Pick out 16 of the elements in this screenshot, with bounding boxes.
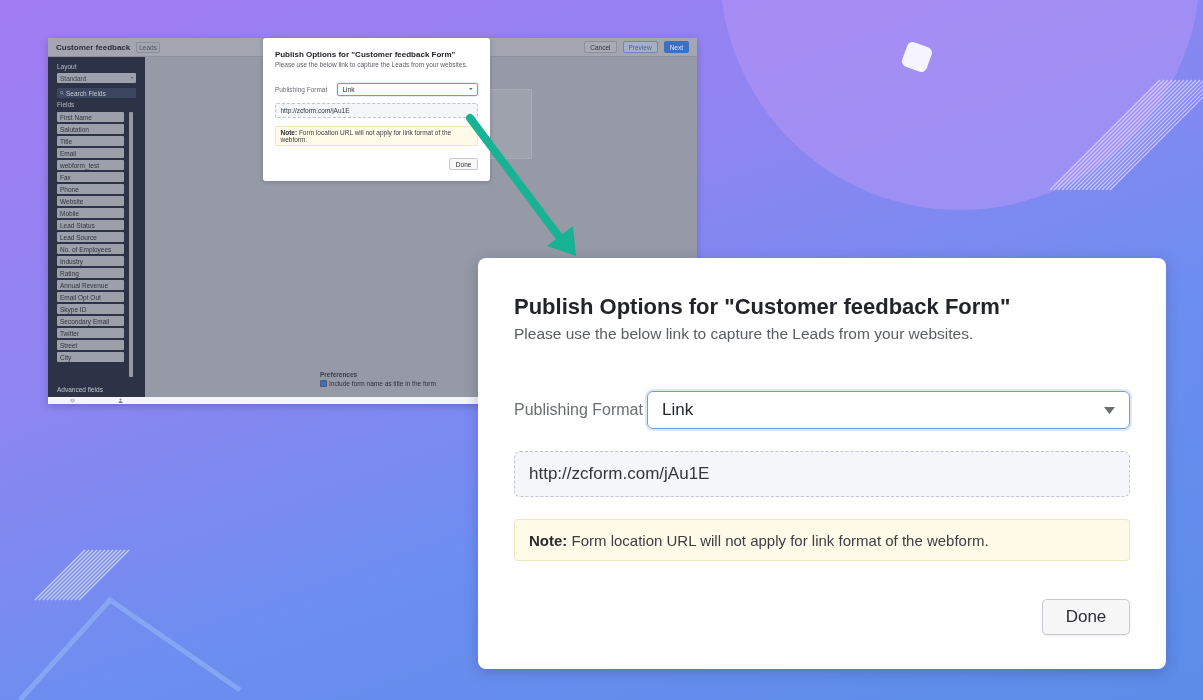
checkbox[interactable] — [320, 380, 327, 387]
publishing-format-select[interactable]: Link — [647, 391, 1130, 429]
done-button[interactable]: Done — [1042, 599, 1130, 635]
caret-icon — [468, 88, 473, 91]
caret-icon — [1104, 406, 1115, 414]
stack-icon[interactable] — [69, 398, 75, 403]
note-text: Note: Form location URL will not apply for link format of the webform. — [514, 519, 1130, 561]
user-icon[interactable] — [118, 398, 124, 403]
scrollbar[interactable] — [129, 112, 133, 377]
publishing-format-label: Publishing Format — [514, 401, 644, 419]
dialog-title: Publish Options for "Customer feedback Form" — [274, 49, 457, 59]
url-field[interactable]: http://zcform.com/jAu1E — [514, 451, 1130, 497]
dialog-title: Publish Options for "Customer feedback Form" — [514, 294, 1012, 320]
form-title: Customer feedback — [56, 42, 131, 52]
dialog-subtitle: Please use the below link to capture the Leads from your websites. — [514, 325, 975, 343]
search-icon — [60, 91, 64, 95]
